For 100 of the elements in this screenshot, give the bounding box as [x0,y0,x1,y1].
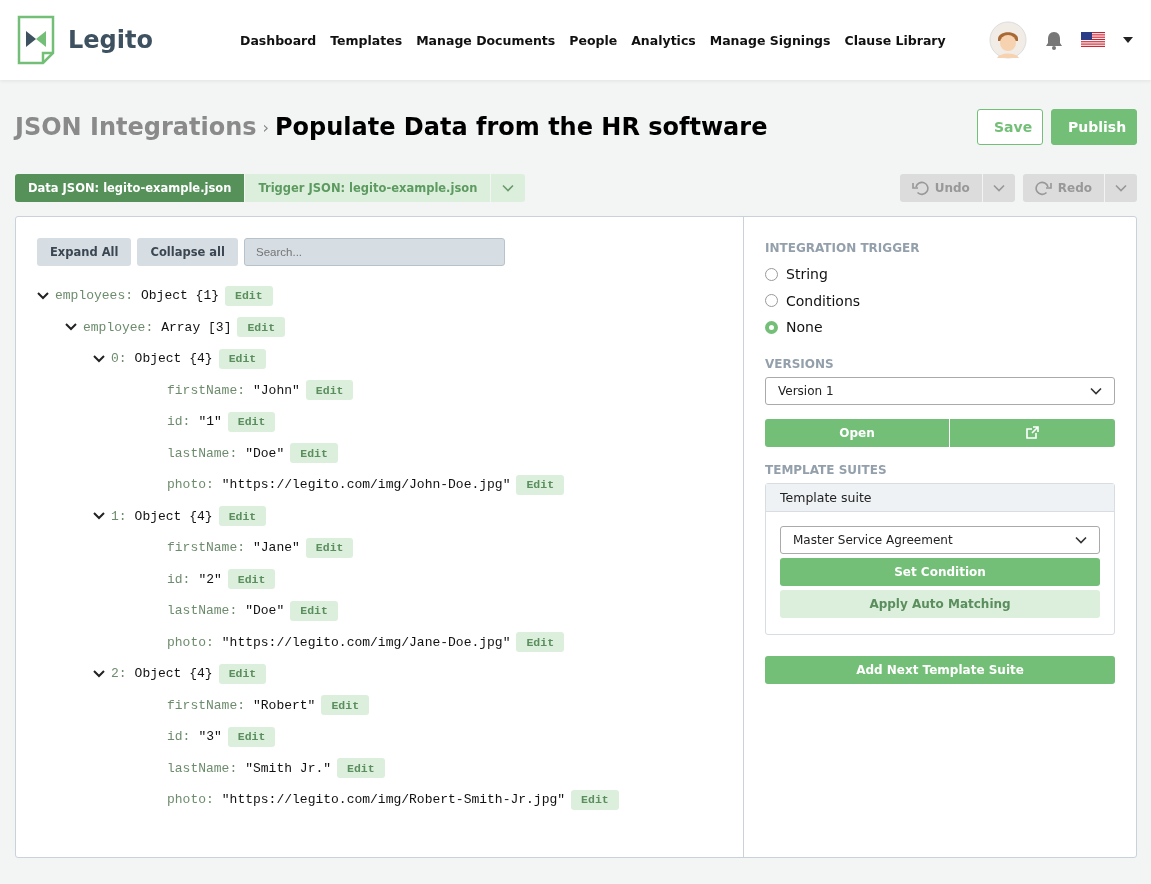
json-value: "Doe" [245,445,285,461]
logo-text: Legito [68,26,153,54]
chevron-down-icon[interactable] [65,323,77,332]
edit-button[interactable]: Edit [225,285,273,306]
dropdown-button[interactable] [981,174,1015,202]
json-key: id: [167,571,191,587]
chevron-down-icon[interactable] [93,512,105,521]
json-key: employees: [55,288,133,304]
radio-button[interactable] [765,294,778,308]
json-key: firstName: [167,697,245,713]
chevron-down-icon [502,184,515,192]
edit-button[interactable]: Edit [305,537,354,558]
json-key: 0: [111,351,127,367]
nav-link[interactable]: Manage Documents [416,32,556,48]
json-key: photo: [167,792,214,808]
collapse-all-button[interactable]: Collapse all [137,238,238,266]
edit-button[interactable]: Edit [218,348,267,369]
json-key: 2: [111,666,127,682]
json-value: "https://legito.com/img/Jane-Doe.jpg" [221,634,511,650]
json-value: "https://legito.com/img/John-Doe.jpg" [221,477,511,493]
radio-label: String [786,266,828,283]
nav-link[interactable]: Analytics [631,32,696,48]
edit-button[interactable]: Edit [227,569,276,590]
edit-button[interactable]: Edit [218,506,267,527]
nav-link[interactable]: Templates [330,32,403,48]
edit-button[interactable]: Edit [516,632,565,653]
breadcrumb-link[interactable]: JSON Integrations [15,113,257,141]
redo-icon [1034,179,1052,197]
edit-button[interactable]: Edit [227,411,276,432]
json-key: lastName: [167,760,238,776]
add-suite-button[interactable]: Add Next Template Suite [765,655,1115,684]
chevron-down-icon [1090,386,1102,395]
radio-label: Conditions [786,292,861,309]
nav-link[interactable]: Clause Library [844,32,946,48]
page-title: Populate Data from the HR software [275,113,768,141]
caret-icon [1123,37,1133,43]
json-value: "1" [198,414,222,430]
chevron-down-icon [992,184,1005,192]
edit-button[interactable]: Edit [227,726,276,747]
chevron-down-icon [1075,535,1087,544]
edit-button[interactable]: Edit [290,443,338,464]
edit-button[interactable]: Edit [237,317,286,338]
json-value: "https://legito.com/img/Robert-Smith-Jr.jpg" [221,792,566,808]
publish-button[interactable]: Publish [1051,109,1137,145]
search-field[interactable]: Search... [244,238,505,266]
json-tab[interactable]: Trigger JSON: legito-example.json [245,174,492,202]
dropdown-button[interactable] [1104,174,1137,202]
dropdown-button[interactable] [491,174,526,202]
edit-button[interactable]: Edit [516,474,565,495]
external-link-button[interactable] [949,418,1115,447]
section-heading: VERSIONS [765,356,835,371]
edit-button[interactable]: Edit [218,663,267,684]
open-button[interactable]: Open [765,418,949,447]
edit-button[interactable]: Edit [321,695,370,716]
chevron-down-icon[interactable] [93,354,105,363]
edit-button[interactable]: Edit [337,758,385,779]
json-key: employee: [83,319,154,335]
avatar-icon [989,21,1027,59]
chevron-down-icon[interactable] [37,291,49,300]
json-key: id: [167,729,191,745]
set-condition-button[interactable]: Set Condition [780,557,1100,586]
json-key: lastName: [167,603,238,619]
template-select[interactable]: Master Service Agreement [780,525,1100,554]
nav-link[interactable]: Dashboard [240,32,317,48]
json-value: Object {4} [134,351,213,367]
edit-button[interactable]: Edit [290,600,338,621]
json-value: "3" [198,729,222,745]
undo-icon [911,179,929,197]
json-value: "2" [198,571,222,587]
flag-icon [1081,32,1105,48]
section-heading: INTEGRATION TRIGGER [765,241,921,255]
json-key: firstName: [167,540,245,556]
json-value: "Smith Jr." [245,760,332,776]
chevron-down-icon[interactable] [93,669,105,678]
external-link-icon [1025,426,1039,439]
card-header: Template suite [766,483,1114,512]
json-value: Object {4} [134,508,213,524]
json-value: "Robert" [253,697,316,713]
nav-link[interactable]: Manage Signings [709,32,831,48]
save-button[interactable]: Save [977,109,1043,145]
logo-icon [16,15,56,65]
expand-all-button[interactable]: Expand All [37,238,132,266]
edit-button[interactable]: Edit [305,380,354,401]
nav-link[interactable]: People [569,32,618,48]
radio-button[interactable] [765,267,778,281]
json-key: lastName: [167,445,238,461]
breadcrumb-separator: › [262,117,269,137]
auto-matching-button[interactable]: Apply Auto Matching [780,589,1100,618]
bell-icon [1045,30,1063,50]
chevron-down-icon [1115,184,1127,192]
json-value: Object {1} [141,288,220,304]
json-tab[interactable]: Data JSON: legito-example.json [15,174,246,202]
version-select[interactable]: Version 1 [765,376,1115,405]
radio-button[interactable] [765,320,778,334]
json-value: "Doe" [245,603,285,619]
json-key: photo: [167,477,214,493]
json-value: Array [3] [161,319,232,335]
radio-label: None [786,319,823,336]
section-heading: TEMPLATE SUITES [765,462,888,477]
edit-button[interactable]: Edit [571,789,619,810]
